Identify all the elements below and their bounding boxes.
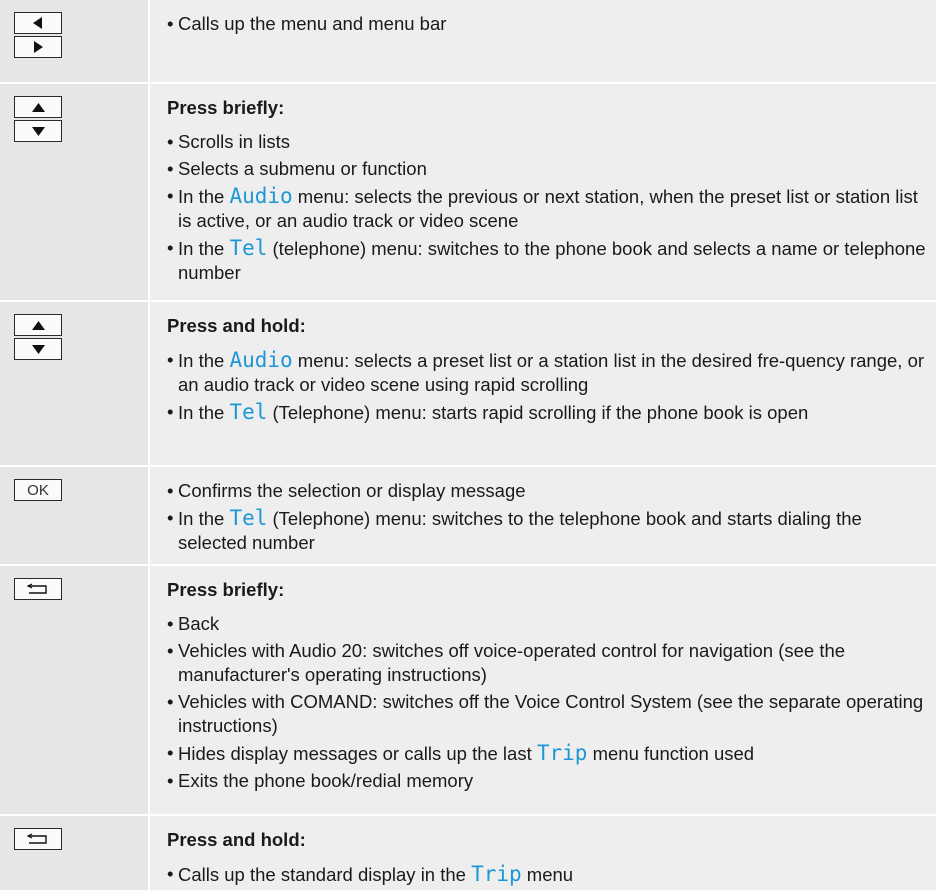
list-item: Hides display messages or calls up the l…: [167, 741, 926, 766]
description-cell: Calls up the menu and menu bar: [148, 0, 936, 82]
back-key: [14, 828, 62, 850]
up-arrow-icon: [31, 102, 45, 112]
up-arrow-icon: [31, 320, 45, 330]
ok-key-label: OK: [27, 481, 49, 499]
item-text: menu: [521, 864, 574, 885]
back-key: [14, 578, 62, 600]
display-menu-name: Trip: [471, 862, 522, 886]
item-text: In the: [178, 350, 230, 371]
item-text: In the: [178, 186, 230, 207]
down-arrow-key: [14, 338, 62, 360]
display-menu-name: Audio: [229, 184, 293, 208]
item-text: In the: [178, 508, 230, 529]
table-row: Press briefly: Scrolls in lists Selects …: [0, 82, 936, 300]
display-menu-name: Audio: [229, 348, 293, 372]
table-row: Press and hold: In the Audio menu: selec…: [0, 300, 936, 465]
list-item: Scrolls in lists: [167, 130, 926, 154]
key-cell: [0, 816, 148, 890]
up-arrow-key: [14, 96, 62, 118]
item-text: Exits the phone book/redial memory: [178, 770, 474, 791]
bullet-list: Confirms the selection or display messag…: [167, 479, 926, 555]
item-text: In the: [178, 238, 230, 259]
right-arrow-key: [14, 36, 62, 58]
table-row: Press briefly: Back Vehicles with Audio …: [0, 564, 936, 814]
display-menu-name: Tel: [229, 236, 268, 260]
list-item: Confirms the selection or display messag…: [167, 479, 926, 503]
item-text: Scrolls in lists: [178, 131, 291, 152]
down-arrow-icon: [31, 126, 45, 136]
item-text: (telephone) menu: switches to the phone …: [178, 238, 926, 283]
item-text: Vehicles with Audio 20: switches off voi…: [178, 640, 846, 685]
item-text: (Telephone) menu: switches to the teleph…: [178, 508, 862, 553]
item-text: Calls up the standard display in the: [178, 864, 472, 885]
list-item: Vehicles with COMAND: switches off the V…: [167, 690, 926, 738]
back-arrow-icon: [26, 583, 47, 594]
down-arrow-icon: [31, 344, 45, 354]
item-text: Back: [178, 613, 220, 634]
list-item: Calls up the standard display in the Tri…: [167, 862, 926, 887]
bullet-list: Scrolls in lists Selects a submenu or fu…: [167, 130, 926, 285]
down-arrow-key: [14, 120, 62, 142]
left-arrow-key: [14, 12, 62, 34]
item-text: Confirms the selection or display messag…: [178, 480, 526, 501]
bullet-list: Back Vehicles with Audio 20: switches of…: [167, 612, 926, 793]
ok-key: OK: [14, 479, 62, 501]
display-menu-name: Tel: [229, 400, 268, 424]
description-cell: Press and hold: In the Audio menu: selec…: [148, 302, 936, 465]
key-cell: [0, 566, 148, 814]
item-text: Hides display messages or calls up the l…: [178, 743, 537, 764]
button-function-table: Calls up the menu and menu bar Press bri…: [0, 0, 936, 890]
key-cell: OK: [0, 467, 148, 564]
list-item: Exits the phone book/redial memory: [167, 769, 926, 793]
list-item: Vehicles with Audio 20: switches off voi…: [167, 639, 926, 687]
display-menu-name: Trip: [536, 741, 588, 765]
item-text: Calls up the menu and menu bar: [178, 13, 447, 34]
list-item: In the Tel (Telephone) menu: switches to…: [167, 506, 926, 555]
description-cell: Press and hold: Calls up the standard di…: [148, 816, 936, 890]
row-heading: Press briefly:: [167, 579, 285, 600]
key-cell: [0, 302, 148, 465]
item-text: In the: [178, 402, 230, 423]
item-text: Selects a submenu or function: [178, 158, 427, 179]
list-item: In the Tel (telephone) menu: switches to…: [167, 236, 926, 285]
description-cell: Press briefly: Scrolls in lists Selects …: [148, 84, 936, 300]
key-cell: [0, 0, 148, 82]
row-heading: Press and hold:: [167, 829, 306, 850]
bullet-list: In the Audio menu: selects a preset list…: [167, 348, 926, 425]
list-item: In the Tel (Telephone) menu: starts rapi…: [167, 400, 926, 425]
item-text: (Telephone) menu: starts rapid scrolling…: [267, 402, 809, 423]
row-heading: Press and hold:: [167, 315, 306, 336]
list-item: In the Audio menu: selects a preset list…: [167, 348, 926, 397]
item-text: Vehicles with COMAND: switches off the V…: [178, 691, 924, 736]
back-arrow-icon: [26, 833, 47, 844]
list-item: Calls up the menu and menu bar: [167, 12, 926, 36]
bullet-list: Calls up the menu and menu bar: [167, 12, 926, 36]
right-arrow-icon: [34, 41, 43, 53]
key-cell: [0, 84, 148, 300]
table-row: Press and hold: Calls up the standard di…: [0, 814, 936, 890]
up-arrow-key: [14, 314, 62, 336]
list-item: Back: [167, 612, 926, 636]
description-cell: Press briefly: Back Vehicles with Audio …: [148, 566, 936, 814]
display-menu-name: Tel: [229, 506, 268, 530]
description-cell: Confirms the selection or display messag…: [148, 467, 936, 564]
table-row: OK Confirms the selection or display mes…: [0, 465, 936, 564]
table-row: Calls up the menu and menu bar: [0, 0, 936, 82]
item-text: menu function used: [587, 743, 755, 764]
bullet-list: Calls up the standard display in the Tri…: [167, 862, 926, 887]
row-heading: Press briefly:: [167, 97, 285, 118]
left-arrow-icon: [33, 17, 42, 29]
list-item: Selects a submenu or function: [167, 157, 926, 181]
list-item: In the Audio menu: selects the previous …: [167, 184, 926, 233]
